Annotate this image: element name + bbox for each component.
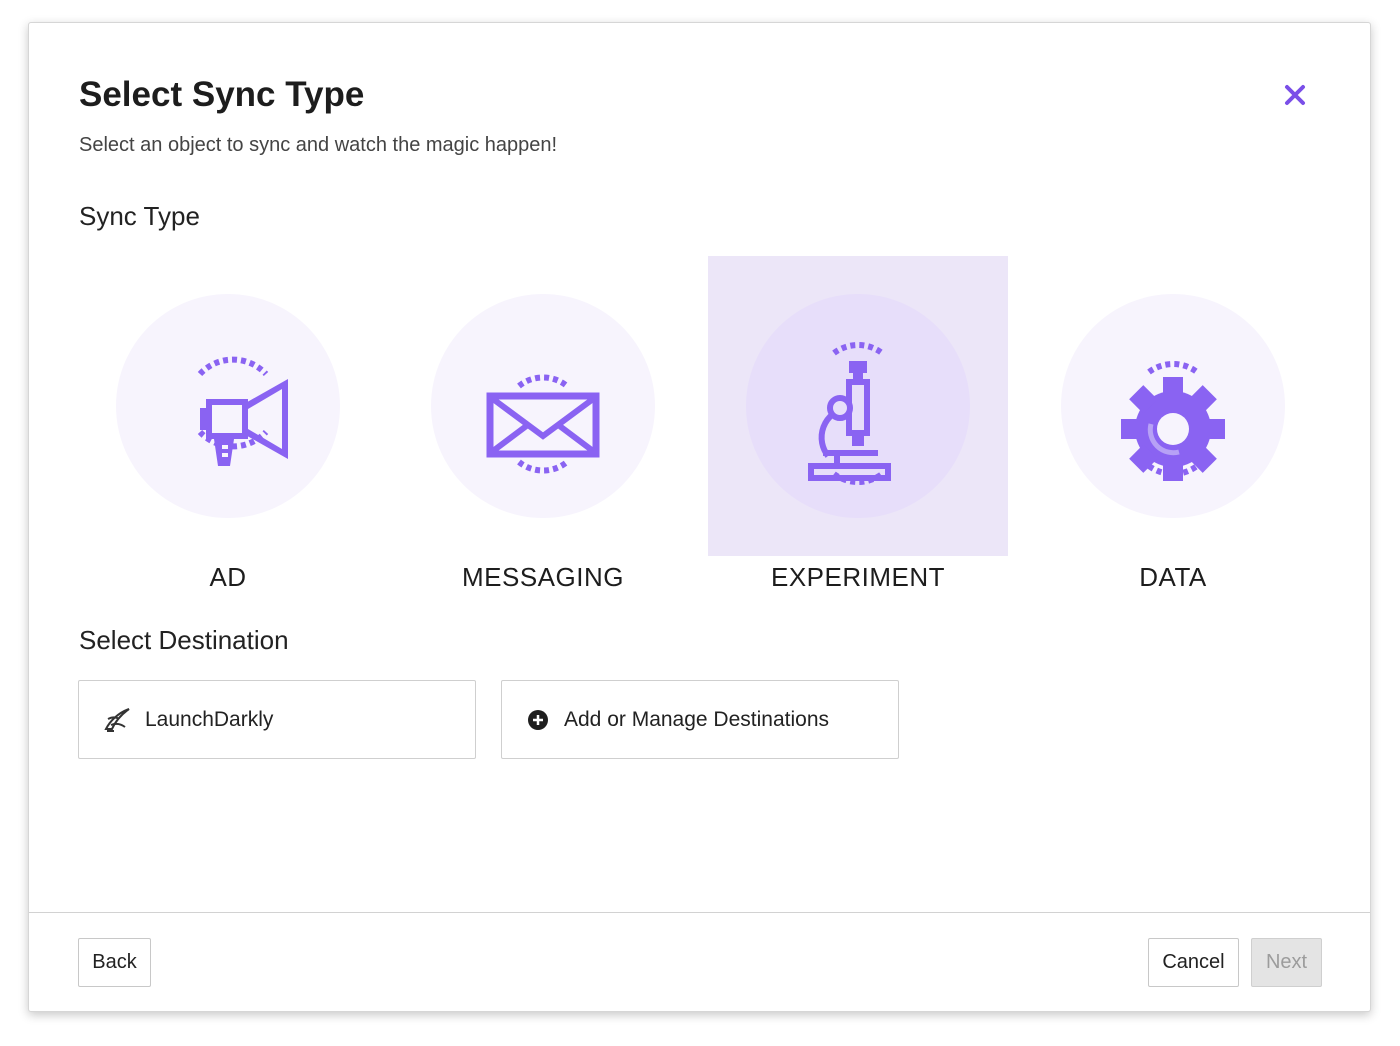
- sync-type-heading: Sync Type: [79, 201, 200, 231]
- launchdarkly-logo-icon: [101, 704, 133, 736]
- dialog-title: Select Sync Type: [79, 75, 365, 114]
- tile-label: AD: [209, 562, 247, 592]
- megaphone-icon: [197, 356, 288, 466]
- sync-type-messaging[interactable]: MESSAGING: [393, 256, 693, 601]
- footer-divider: [29, 912, 1370, 913]
- select-destination-heading: Select Destination: [79, 625, 289, 655]
- sync-type-ad[interactable]: AD: [78, 256, 378, 601]
- destination-label: LaunchDarkly: [145, 707, 274, 731]
- plus-circle-icon: [526, 708, 550, 732]
- sync-type-data[interactable]: DATA: [1023, 256, 1323, 601]
- tile-label: EXPERIMENT: [770, 562, 946, 592]
- back-button[interactable]: Back: [78, 938, 151, 987]
- add-or-manage-destinations[interactable]: Add or Manage Destinations: [501, 680, 899, 759]
- envelope-icon: [486, 374, 600, 474]
- microscope-icon: [808, 342, 891, 485]
- tile-background: [393, 256, 693, 556]
- close-button[interactable]: [1277, 77, 1313, 113]
- destination-launchdarkly[interactable]: LaunchDarkly: [78, 680, 476, 759]
- gear-icon: [1121, 361, 1225, 481]
- sync-type-experiment[interactable]: EXPERIMENT: [708, 256, 1008, 601]
- destination-label: Add or Manage Destinations: [564, 707, 829, 731]
- close-icon: [1285, 85, 1305, 105]
- dialog-subtitle: Select an object to sync and watch the m…: [79, 134, 558, 156]
- select-sync-type-dialog: Select Sync Type Select an object to syn…: [28, 22, 1371, 1012]
- tile-label: MESSAGING: [462, 562, 624, 592]
- next-button[interactable]: Next: [1251, 938, 1322, 987]
- tile-background: [1023, 256, 1323, 556]
- cancel-button[interactable]: Cancel: [1148, 938, 1239, 987]
- tile-background: [78, 256, 378, 556]
- tile-background: [708, 256, 1008, 556]
- tile-label: DATA: [1139, 562, 1207, 592]
